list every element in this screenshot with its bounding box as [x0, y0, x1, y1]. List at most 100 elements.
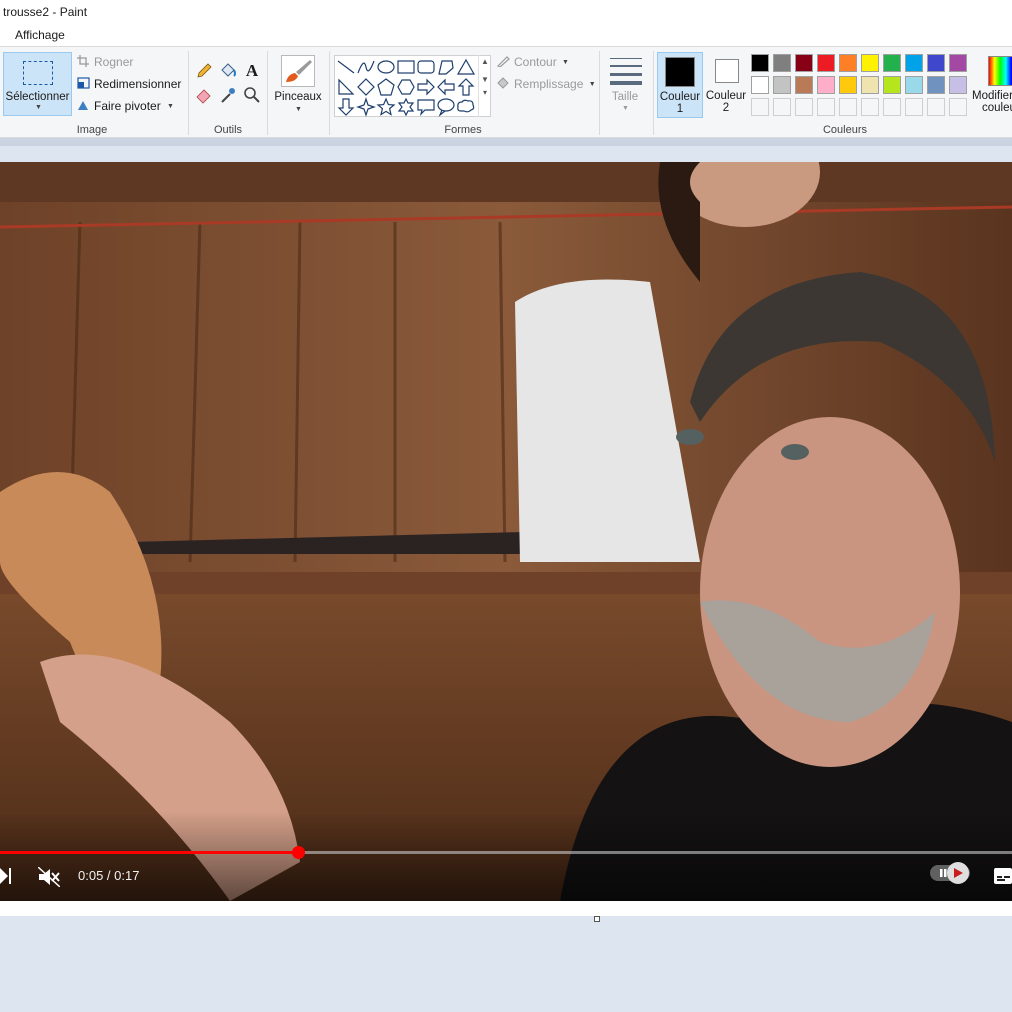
- brushes-button[interactable]: Pinceaux ▼: [272, 52, 324, 116]
- palette-custom-slot[interactable]: [949, 98, 967, 116]
- chevron-down-icon: ▼: [622, 105, 629, 112]
- palette-swatch[interactable]: [905, 76, 923, 94]
- muted-volume-icon[interactable]: [37, 866, 61, 892]
- palette-swatch[interactable]: [839, 76, 857, 94]
- palette-swatch[interactable]: [861, 54, 879, 72]
- palette-swatch[interactable]: [795, 76, 813, 94]
- color1-label-line1: Couleur: [659, 91, 701, 103]
- autoplay-toggle-icon[interactable]: [930, 860, 974, 891]
- oval-shape-icon[interactable]: [376, 57, 396, 77]
- video-progress-bar[interactable]: [0, 846, 1012, 859]
- five-point-star-shape-icon[interactable]: [376, 97, 396, 117]
- palette-custom-slot[interactable]: [817, 98, 835, 116]
- polygon-shape-icon[interactable]: [436, 57, 456, 77]
- outline-button[interactable]: Contour ▼: [496, 53, 569, 71]
- resize-button[interactable]: Redimensionner: [77, 75, 181, 93]
- rectangle-shape-icon[interactable]: [396, 57, 416, 77]
- palette-custom-slot[interactable]: [795, 98, 813, 116]
- palette-swatch[interactable]: [883, 76, 901, 94]
- size-label: Taille: [611, 91, 639, 103]
- chevron-down-icon: ▼: [481, 75, 489, 84]
- edit-colors-button[interactable]: Modifier couleurs: [972, 52, 1012, 118]
- fill-bucket-icon[interactable]: [218, 61, 238, 81]
- right-arrow-shape-icon[interactable]: [416, 77, 436, 97]
- size-button[interactable]: Taille ▼: [604, 55, 646, 115]
- subtitles-icon[interactable]: [994, 868, 1012, 889]
- palette-swatch[interactable]: [905, 54, 923, 72]
- pencil-icon[interactable]: [194, 61, 214, 81]
- resize-label: Redimensionner: [94, 77, 182, 91]
- fill-button[interactable]: Remplissage ▼: [497, 75, 596, 93]
- palette-swatch[interactable]: [817, 54, 835, 72]
- color1-label-line2: 1: [676, 103, 684, 115]
- line-shape-icon[interactable]: [336, 57, 356, 77]
- palette-swatch[interactable]: [773, 76, 791, 94]
- palette-custom-slot[interactable]: [751, 98, 769, 116]
- palette-swatch[interactable]: [751, 76, 769, 94]
- rounded-rectangle-shape-icon[interactable]: [416, 57, 436, 77]
- chevron-up-icon: ▲: [481, 57, 489, 66]
- palette-swatch[interactable]: [949, 76, 967, 94]
- up-arrow-shape-icon[interactable]: [456, 77, 476, 97]
- palette-swatch[interactable]: [751, 54, 769, 72]
- palette-swatch[interactable]: [795, 54, 813, 72]
- color1-button[interactable]: Couleur 1: [657, 52, 703, 118]
- chevron-down-icon: ▼: [295, 106, 302, 113]
- color2-button[interactable]: Couleur 2: [704, 52, 750, 118]
- palette-swatch[interactable]: [927, 76, 945, 94]
- pentagon-shape-icon[interactable]: [376, 77, 396, 97]
- palette-swatch[interactable]: [817, 76, 835, 94]
- outline-icon: [496, 54, 510, 68]
- color-picker-icon[interactable]: [218, 85, 238, 105]
- video-frame-picture: [0, 162, 1012, 901]
- palette-swatch[interactable]: [861, 76, 879, 94]
- palette-custom-slot[interactable]: [861, 98, 879, 116]
- divider: [653, 51, 654, 135]
- canvas-area[interactable]: 0:05 / 0:17: [0, 138, 1012, 1012]
- resize-icon: [77, 76, 90, 89]
- select-button[interactable]: Sélectionner ▼: [3, 52, 72, 116]
- colors-group-label: Couleurs: [822, 124, 868, 136]
- shapes-scrollbar[interactable]: ▲ ▼ ▾: [478, 55, 491, 117]
- curve-shape-icon[interactable]: [356, 57, 376, 77]
- oval-callout-shape-icon[interactable]: [436, 97, 456, 117]
- palette-custom-slot[interactable]: [839, 98, 857, 116]
- palette-custom-slot[interactable]: [773, 98, 791, 116]
- palette-swatch[interactable]: [927, 54, 945, 72]
- left-arrow-shape-icon[interactable]: [436, 77, 456, 97]
- hexagon-shape-icon[interactable]: [396, 77, 416, 97]
- palette-custom-slot[interactable]: [927, 98, 945, 116]
- rotate-button[interactable]: Faire pivoter ▼: [77, 97, 174, 115]
- color-palette: [751, 54, 971, 118]
- canvas-resize-handle[interactable]: [594, 916, 600, 922]
- tab-view[interactable]: Affichage: [15, 27, 65, 43]
- palette-swatch[interactable]: [883, 54, 901, 72]
- crop-button[interactable]: Rogner: [77, 53, 133, 71]
- menu-bar: Affichage: [0, 24, 1012, 46]
- fill-label: Remplissage: [514, 77, 584, 91]
- diamond-shape-icon[interactable]: [356, 77, 376, 97]
- down-arrow-shape-icon[interactable]: [336, 97, 356, 117]
- right-triangle-shape-icon[interactable]: [336, 77, 356, 97]
- four-point-star-shape-icon[interactable]: [356, 97, 376, 117]
- divider: [188, 51, 189, 135]
- palette-custom-slot[interactable]: [905, 98, 923, 116]
- video-progress-scrubber[interactable]: [292, 846, 305, 859]
- palette-custom-slot[interactable]: [883, 98, 901, 116]
- eraser-icon[interactable]: [194, 85, 214, 105]
- rotate-icon: [77, 98, 90, 110]
- canvas-image[interactable]: 0:05 / 0:17: [0, 162, 1012, 916]
- palette-swatch[interactable]: [773, 54, 791, 72]
- palette-swatch[interactable]: [949, 54, 967, 72]
- text-tool-icon[interactable]: A: [242, 61, 262, 81]
- edit-colors-label-line2: couleurs: [982, 102, 1012, 114]
- next-video-icon[interactable]: [0, 867, 12, 890]
- palette-swatch[interactable]: [839, 54, 857, 72]
- fill-icon: [497, 76, 510, 89]
- magnifier-icon[interactable]: [242, 85, 262, 105]
- size-line: [610, 65, 642, 67]
- triangle-shape-icon[interactable]: [456, 57, 476, 77]
- rectangle-callout-shape-icon[interactable]: [416, 97, 436, 117]
- cloud-callout-shape-icon[interactable]: [456, 97, 476, 117]
- six-point-star-shape-icon[interactable]: [396, 97, 416, 117]
